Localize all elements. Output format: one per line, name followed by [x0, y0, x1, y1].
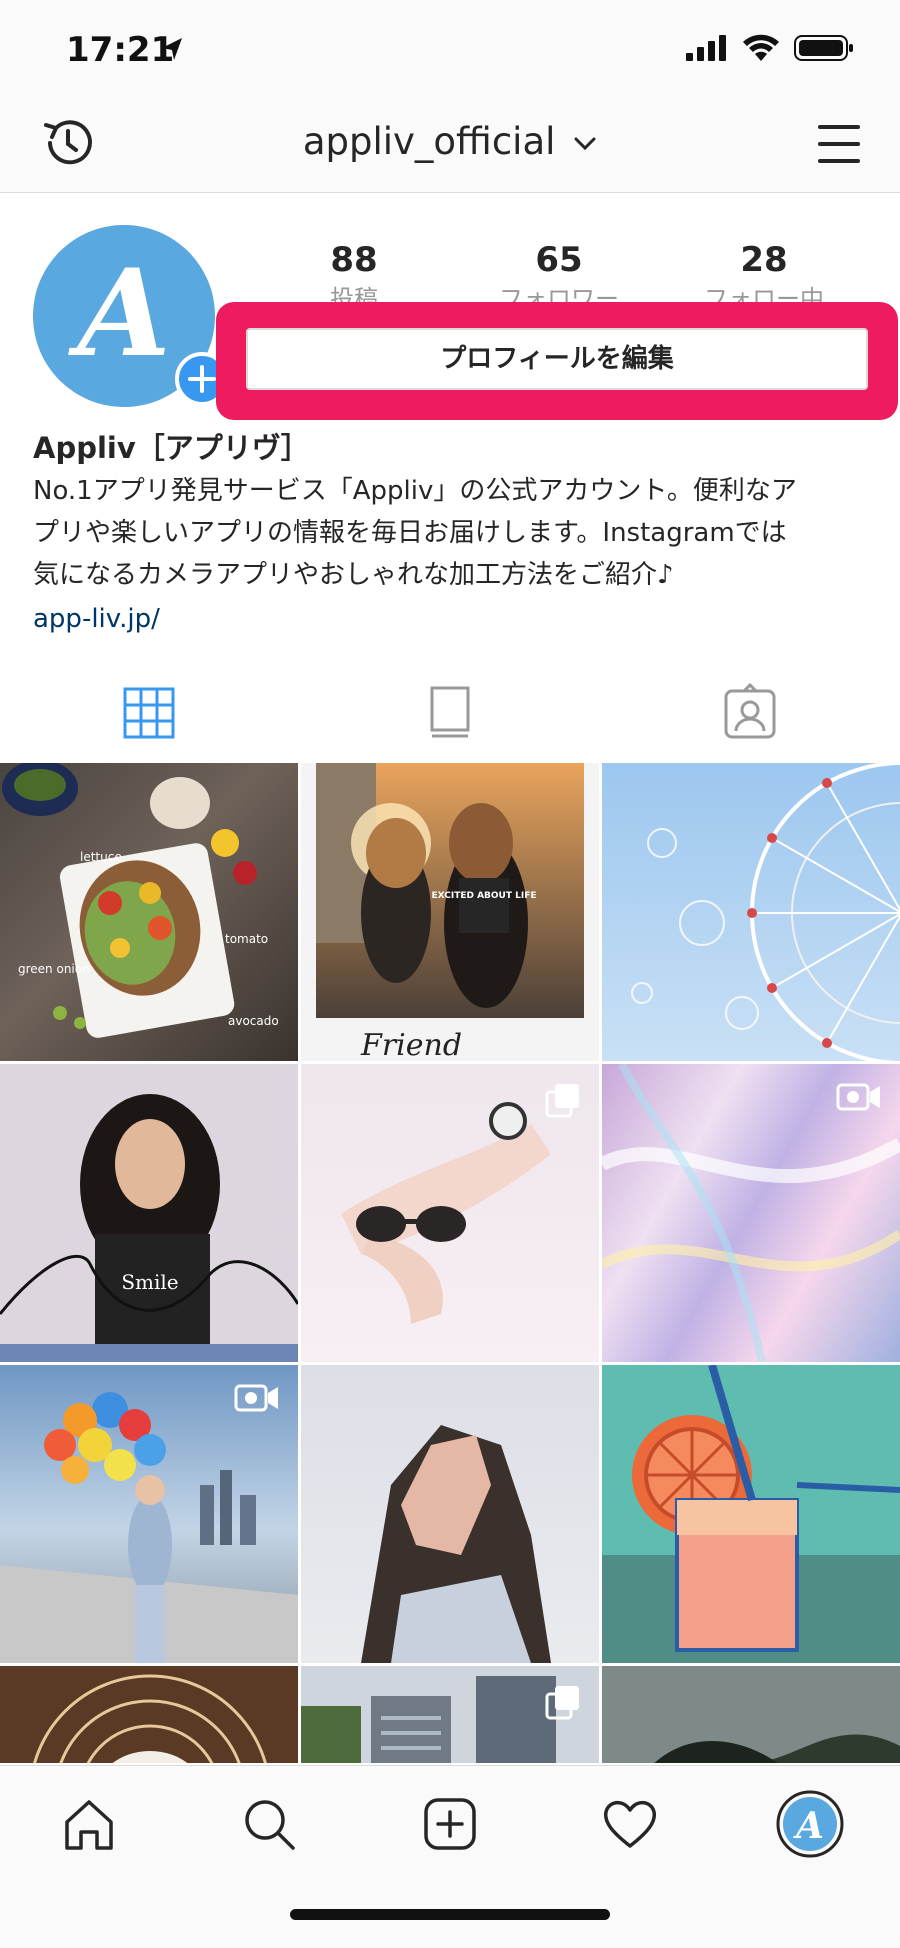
svg-text:EXCITED ABOUT LIFE: EXCITED ABOUT LIFE: [431, 891, 536, 901]
heart-icon[interactable]: [600, 1794, 660, 1854]
status-icons: [686, 34, 854, 62]
profile-tab-avatar[interactable]: A: [776, 1790, 844, 1858]
new-post-icon[interactable]: [420, 1794, 480, 1854]
bio-line: No.1アプリ発見サービス「Appliv」の公式アカウント。便利なア: [33, 476, 797, 506]
post-thumbnail[interactable]: lettuce tomato green onion avocado: [0, 763, 298, 1061]
profile-name: Appliv［アプリヴ］: [33, 431, 310, 465]
username-title: appliv_official: [302, 120, 556, 163]
post-image: Smile: [0, 1094, 298, 1362]
svg-text:A: A: [67, 243, 170, 384]
svg-text:Friend: Friend: [360, 1028, 462, 1061]
post-thumbnail[interactable]: EXCITED ABOUT LIFE Friend: [301, 763, 599, 1061]
post-thumbnail[interactable]: [602, 1666, 900, 1763]
feed-icon[interactable]: [420, 683, 480, 743]
followers-count-value: 65: [535, 240, 583, 280]
status-bar: 17:21: [0, 0, 900, 95]
post-thumbnail[interactable]: [0, 1666, 298, 1763]
search-icon[interactable]: [239, 1794, 299, 1854]
post-thumbnail[interactable]: Smile: [0, 1064, 298, 1362]
svg-text:tomato: tomato: [225, 932, 268, 946]
following-count-value: 28: [740, 240, 788, 280]
posts-count-value: 88: [330, 240, 378, 280]
svg-text:lettuce: lettuce: [80, 850, 122, 864]
post-image: EXCITED ABOUT LIFE Friend: [316, 763, 584, 1061]
location-arrow-icon: [162, 38, 182, 60]
home-indicator: [290, 1909, 610, 1920]
carousel-icon: [545, 1686, 579, 1720]
post-thumbnail[interactable]: [301, 1064, 599, 1362]
signal-icon: [686, 35, 726, 61]
post-image: [602, 1666, 900, 1763]
post-thumbnail[interactable]: [0, 1365, 298, 1663]
carousel-icon: [545, 1084, 579, 1118]
profile-nav-bar: appliv_official: [0, 95, 900, 193]
post-thumbnail[interactable]: [602, 1365, 900, 1663]
bio-text: No.1アプリ発見サービス「Appliv」の公式アカウント。便利なア プリや楽し…: [33, 470, 873, 596]
svg-text:A: A: [793, 1805, 824, 1847]
chevron-down-icon: [574, 137, 596, 150]
bio-line: 気になるカメラアプリやおしゃれな加工方法をご紹介♪: [33, 560, 674, 590]
wifi-icon: [743, 34, 779, 61]
svg-text:green onion: green onion: [18, 962, 90, 976]
grid-icon[interactable]: [119, 683, 179, 743]
post-image: lettuce tomato green onion avocado: [2, 763, 279, 1038]
svg-text:Smile: Smile: [121, 1270, 178, 1294]
post-thumbnail[interactable]: [301, 1666, 599, 1763]
post-thumbnail[interactable]: [602, 763, 900, 1061]
bottom-tab-bar: A: [0, 1765, 900, 1948]
tagged-icon[interactable]: [720, 683, 780, 743]
posts-grid: lettuce tomato green onion avocado EXCIT…: [0, 763, 900, 1763]
video-icon: [234, 1384, 278, 1412]
profile-tabs: [0, 663, 900, 763]
post-image: [631, 763, 900, 1061]
svg-text:avocado: avocado: [228, 1014, 279, 1028]
battery-icon: [794, 35, 853, 61]
status-time: 17:21: [66, 30, 175, 70]
post-image: [602, 1365, 900, 1663]
bio-line: プリや楽しいアプリの情報を毎日お届けします。Instagramでは: [33, 518, 787, 548]
post-thumbnail[interactable]: [602, 1064, 900, 1362]
post-thumbnail[interactable]: [301, 1365, 599, 1663]
profile-link[interactable]: app-liv.jp/: [33, 598, 873, 640]
post-image: [33, 1674, 267, 1763]
home-icon[interactable]: [59, 1794, 119, 1854]
menu-icon[interactable]: [814, 119, 864, 169]
video-icon: [836, 1083, 880, 1111]
profile-bio: Appliv［アプリヴ］ No.1アプリ発見サービス「Appliv」の公式アカウ…: [33, 428, 873, 640]
account-switcher[interactable]: appliv_official: [0, 120, 900, 163]
edit-profile-button[interactable]: プロフィールを編集: [246, 328, 868, 390]
post-image: [361, 1425, 551, 1663]
